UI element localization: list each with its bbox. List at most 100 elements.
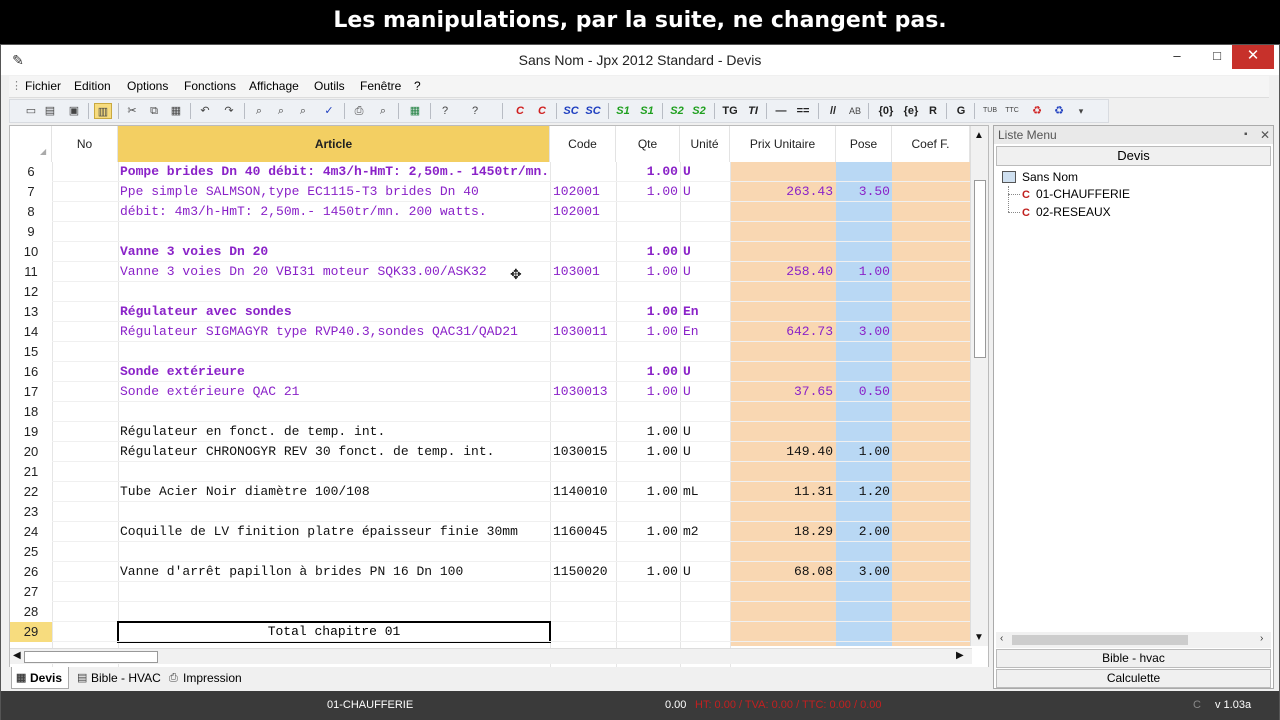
- cell-unite[interactable]: mL: [680, 482, 730, 502]
- double-line-button[interactable]: ==: [794, 103, 812, 119]
- cell-pose[interactable]: [836, 202, 892, 222]
- cell-pose[interactable]: [836, 302, 892, 322]
- cell-prix-unitaire[interactable]: 11.31: [730, 482, 836, 502]
- brace-zero-button[interactable]: {0}: [874, 103, 898, 119]
- spellcheck-icon[interactable]: ✓: [320, 103, 338, 119]
- cell-unite[interactable]: U: [680, 562, 730, 582]
- cell-article[interactable]: Sonde extérieure QAC 21: [118, 382, 550, 402]
- horizontal-scrollbar[interactable]: ◀ ▶: [10, 648, 972, 664]
- tree-item-chaufferie[interactable]: C 01-CHAUFFERIE: [1022, 187, 1130, 201]
- row-number[interactable]: 25: [10, 542, 52, 562]
- cell-unite[interactable]: [680, 622, 730, 642]
- cell-article[interactable]: [118, 602, 550, 622]
- table-row[interactable]: 19 Régulateur en fonct. de temp. int. 1.00…: [10, 422, 970, 442]
- side-scroll-right-icon[interactable]: ›: [1260, 633, 1263, 644]
- cell-pose[interactable]: [836, 582, 892, 602]
- cell-code[interactable]: [550, 422, 616, 442]
- cell-article[interactable]: Coquille de LV finition platre épaisseur…: [118, 522, 550, 542]
- context-help-icon[interactable]: ?: [466, 103, 484, 119]
- cell-prix-unitaire[interactable]: 37.65: [730, 382, 836, 402]
- table-row[interactable]: 10 Vanne 3 voies Dn 20 1.00 U: [10, 242, 970, 262]
- cell-no[interactable]: [52, 522, 118, 542]
- cell-qte[interactable]: 1.00: [616, 182, 680, 202]
- cell-prix-unitaire[interactable]: [730, 582, 836, 602]
- cell-unite[interactable]: U: [680, 382, 730, 402]
- sc-italic-button[interactable]: SC: [584, 103, 602, 119]
- vertical-scrollbar[interactable]: ▲ ▼: [970, 126, 988, 646]
- s2-button[interactable]: S2: [668, 103, 686, 119]
- s2-italic-button[interactable]: S2: [690, 103, 708, 119]
- minimize-button[interactable]: –: [1157, 45, 1197, 69]
- cell-pose[interactable]: 1.00: [836, 262, 892, 282]
- cell-unite[interactable]: En: [680, 322, 730, 342]
- cell-prix-unitaire[interactable]: [730, 342, 836, 362]
- cell-article[interactable]: Régulateur SIGMAGYR type RVP40.3,sondes …: [118, 322, 550, 342]
- cell-coef[interactable]: [892, 562, 970, 582]
- cell-qte[interactable]: [616, 222, 680, 242]
- recycle-red-icon[interactable]: ♻: [1028, 103, 1046, 119]
- cell-no[interactable]: [52, 562, 118, 582]
- cell-prix-unitaire[interactable]: [730, 362, 836, 382]
- row-number[interactable]: 10: [10, 242, 52, 262]
- cell-prix-unitaire[interactable]: [730, 622, 836, 642]
- cell-code[interactable]: [550, 222, 616, 242]
- row-number[interactable]: 21: [10, 462, 52, 482]
- row-number[interactable]: 12: [10, 282, 52, 302]
- cell-code[interactable]: [550, 282, 616, 302]
- table-row[interactable]: 24 Coquille de LV finition platre épaisse…: [10, 522, 970, 542]
- cell-coef[interactable]: [892, 622, 970, 642]
- col-header-unite[interactable]: Unité: [680, 126, 730, 162]
- cell-article[interactable]: [118, 582, 550, 602]
- scroll-left-icon[interactable]: ◀: [13, 650, 21, 661]
- maximize-button[interactable]: □: [1197, 45, 1237, 69]
- cell-code[interactable]: 1030011: [550, 322, 616, 342]
- print-icon[interactable]: ⎙: [350, 103, 368, 119]
- cell-qte[interactable]: 1.00: [616, 522, 680, 542]
- tub-button[interactable]: TUB: [980, 103, 1000, 119]
- row-number[interactable]: 19: [10, 422, 52, 442]
- total-chapter-cell[interactable]: Total chapitre 01: [117, 621, 551, 643]
- cell-unite[interactable]: En: [680, 302, 730, 322]
- cell-code[interactable]: [550, 542, 616, 562]
- cell-no[interactable]: [52, 542, 118, 562]
- r-button[interactable]: R: [926, 103, 940, 119]
- row-number[interactable]: 29: [10, 622, 52, 642]
- cell-article[interactable]: [118, 462, 550, 482]
- cell-no[interactable]: [52, 622, 118, 642]
- cell-prix-unitaire[interactable]: [730, 202, 836, 222]
- side-horizontal-scrollbar[interactable]: ‹ ›: [996, 632, 1271, 648]
- cell-no[interactable]: [52, 462, 118, 482]
- cell-pose[interactable]: [836, 462, 892, 482]
- liste-menu-header[interactable]: Devis: [996, 146, 1271, 166]
- table-row[interactable]: 8 débit: 4m3/h-HmT: 2,50m.- 1450tr/mn. 20…: [10, 202, 970, 222]
- menu-fichier[interactable]: Fichier: [25, 79, 61, 93]
- cell-prix-unitaire[interactable]: 258.40: [730, 262, 836, 282]
- replace-icon[interactable]: ⌕: [294, 103, 312, 119]
- row-number[interactable]: 9: [10, 222, 52, 242]
- row-number[interactable]: 28: [10, 602, 52, 622]
- cell-no[interactable]: [52, 322, 118, 342]
- menu-options[interactable]: Options: [127, 79, 168, 93]
- cell-no[interactable]: [52, 442, 118, 462]
- cell-coef[interactable]: [892, 582, 970, 602]
- cell-unite[interactable]: U: [680, 262, 730, 282]
- cell-code[interactable]: 1140010: [550, 482, 616, 502]
- cell-coef[interactable]: [892, 202, 970, 222]
- cell-coef[interactable]: [892, 242, 970, 262]
- cell-code[interactable]: [550, 302, 616, 322]
- table-row[interactable]: 25: [10, 542, 970, 562]
- cell-pose[interactable]: [836, 402, 892, 422]
- save-icon[interactable]: ▣: [66, 103, 82, 119]
- scroll-down-icon[interactable]: ▼: [974, 632, 984, 643]
- cell-pose[interactable]: 3.00: [836, 562, 892, 582]
- cell-qte[interactable]: [616, 202, 680, 222]
- cell-unite[interactable]: [680, 602, 730, 622]
- cell-pose[interactable]: [836, 342, 892, 362]
- panel-close-icon[interactable]: ✕: [1260, 126, 1270, 144]
- cell-pose[interactable]: [836, 362, 892, 382]
- cell-article[interactable]: Vanne d'arrêt papillon à brides PN 16 Dn…: [118, 562, 550, 582]
- menu-affichage[interactable]: Affichage: [249, 79, 299, 93]
- table-row[interactable]: 11 Vanne 3 voies Dn 20 VBI31 moteur SQK33…: [10, 262, 970, 282]
- row-number[interactable]: 18: [10, 402, 52, 422]
- table-row[interactable]: 6 Pompe brides Dn 40 débit: 4m3/h-HmT: 2,…: [10, 162, 970, 182]
